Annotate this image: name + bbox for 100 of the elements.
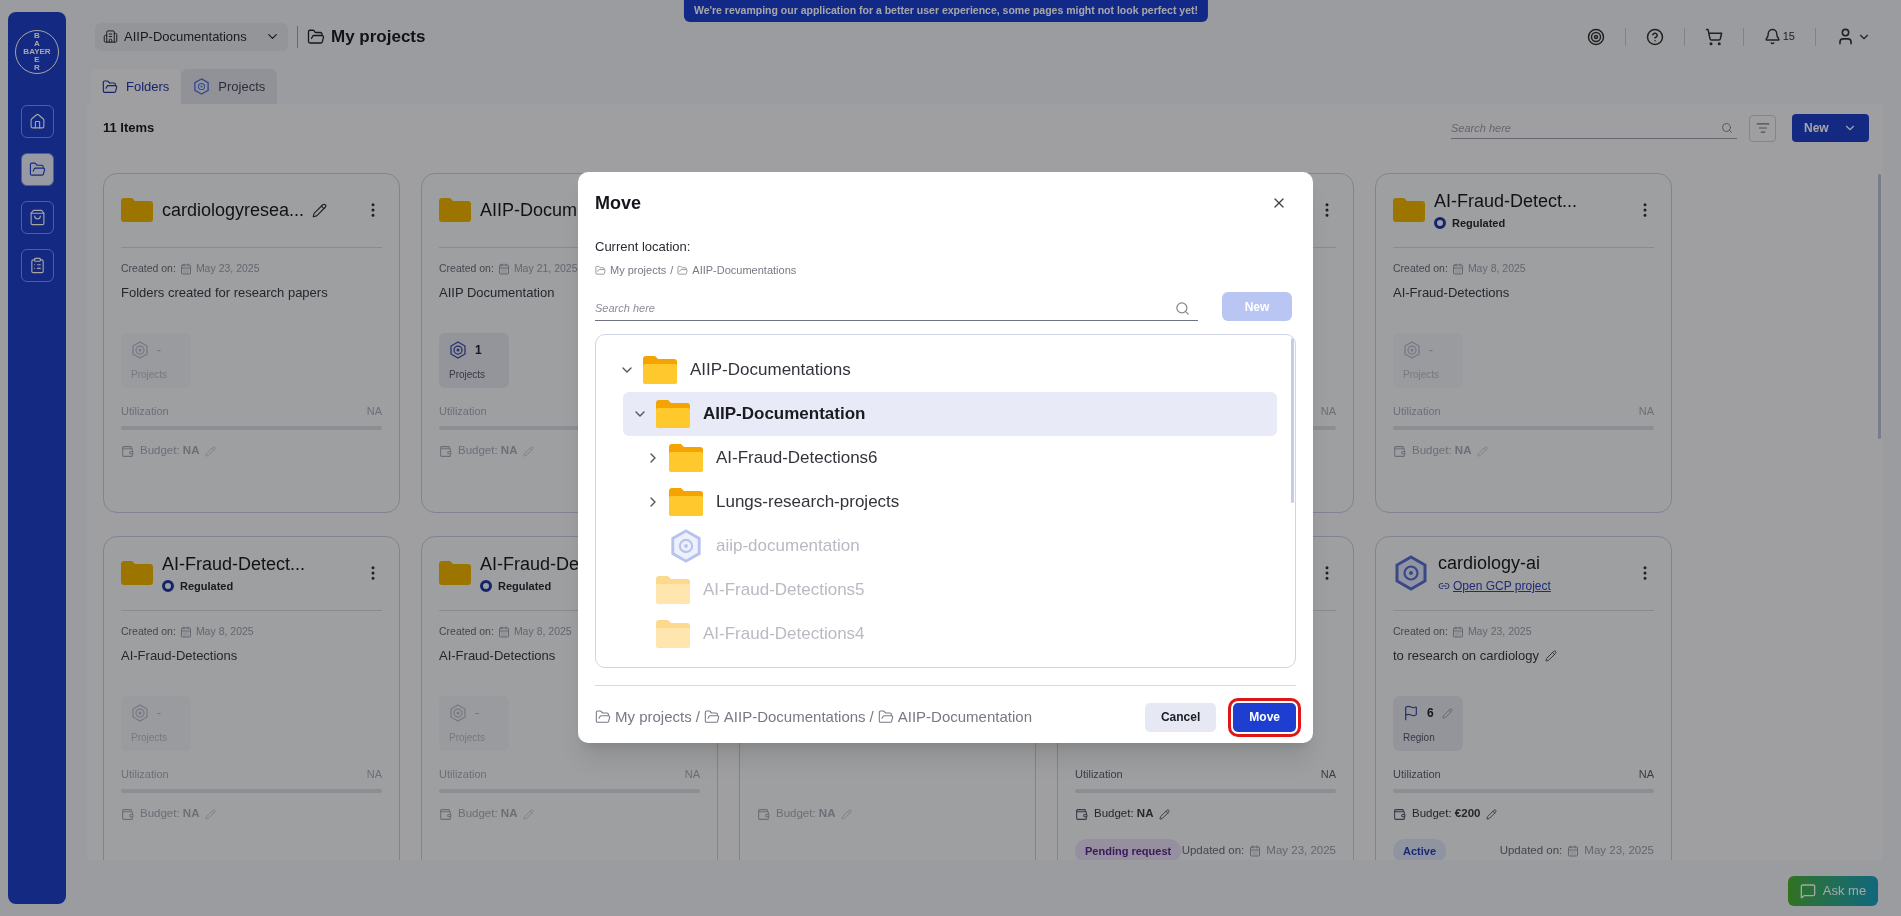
pencil-icon [1477,445,1489,457]
breadcrumb-link[interactable]: AIIP-Documentations [692,262,797,279]
calendar-icon [497,263,510,275]
folder-icon [643,356,677,384]
calendar-icon [1567,845,1580,857]
search-icon [1175,300,1190,316]
tree-item[interactable]: AIIP-Documentations [610,348,1277,392]
created-label: Created on: [1393,261,1448,277]
nav-button[interactable] [20,153,54,186]
created-date: May 23, 2025 [1467,624,1532,640]
folder-icon [439,561,471,585]
nav-button[interactable] [20,249,54,282]
tab[interactable]: Folders [90,69,182,104]
cart-icon[interactable] [1704,27,1723,46]
ring-icon [162,580,174,592]
calendar-icon [1249,845,1262,857]
gcp-project-link[interactable]: Open GCP project [1453,577,1551,595]
ring-icon [480,580,492,592]
regulated-label: Regulated [498,578,552,594]
stat-value: - [157,342,161,359]
bag-icon [28,209,46,226]
hexagon-target-icon [131,704,149,722]
stat-value: - [475,705,479,722]
breadcrumb-link[interactable]: My projects [615,705,692,729]
created-label: Created on: [439,624,494,640]
card-description: AIIP Documentation [439,284,555,303]
created-date: May 21, 2025 [513,261,578,277]
tab[interactable]: Projects [181,69,278,104]
wallet-icon [439,444,452,458]
created-label: Created on: [121,261,176,277]
folder-icon [656,620,690,648]
cancel-button[interactable]: Cancel [1144,702,1217,732]
scrollbar[interactable] [1291,338,1294,503]
breadcrumb-link[interactable]: AIIP-Documentation [897,705,1032,729]
regulated-label: Regulated [180,578,234,594]
hexagon-target-icon [449,704,467,722]
card-title: AI-Fraud-De [480,552,580,576]
stat-value: - [157,705,161,722]
folder-icon [656,400,690,428]
breadcrumb-link[interactable]: AIIP-Documentations [723,705,866,729]
help-icon[interactable] [1645,27,1664,46]
stat-value: 1 [475,342,482,359]
wallet-icon [1075,807,1088,821]
folder-icon [439,198,471,222]
card-title: AI-Fraud-Detect... [1434,189,1578,213]
stat-label: Projects [449,368,487,382]
tree-item[interactable]: AI-Fraud-Detections6 [636,436,1277,480]
folder-icon [656,576,690,604]
wallet-icon [1393,444,1406,458]
folder-icon [677,264,689,276]
created-label: Created on: [439,261,494,277]
flag-icon [1403,705,1419,721]
hexagon-target-icon [1403,341,1421,359]
search-field[interactable]: Search here [595,295,1198,321]
calendar-icon [1451,263,1464,275]
user-icon[interactable] [1836,27,1855,46]
hexagon-icon [669,529,703,563]
wallet-icon [757,807,770,821]
hexagon-target-icon [131,341,149,359]
new-button[interactable]: New [1792,114,1869,142]
hexagon-target-icon [449,341,467,359]
ask-me-button[interactable]: Ask me [1788,876,1878,906]
breadcrumb-separator: / [670,263,674,278]
search-field[interactable]: Search here [1451,117,1737,139]
card-description: to research on cardiology [1393,647,1539,666]
folder-icon [121,561,153,585]
folder-icon [121,198,153,222]
tree-item[interactable]: AIIP-Documentation [623,392,1277,436]
stat-value: 6 [1427,705,1434,722]
folder-icon [28,161,46,178]
logo-text: BA [33,32,41,48]
utilization-label: Utilization [1393,766,1441,782]
tree-item[interactable]: Lungs-research-projects [636,480,1277,524]
link-icon [1438,580,1450,592]
card-description: AI-Fraud-Detections [121,647,238,666]
bell-icon[interactable] [1763,28,1781,45]
breadcrumb-link[interactable]: My projects [610,262,667,279]
folder-icon [307,27,325,46]
utilization-label: Utilization [1075,766,1123,782]
calendar-icon [497,626,510,638]
location-label: Current location: [595,239,692,255]
folder-icon [703,709,720,725]
created-label: Created on: [121,624,176,640]
wallet-icon [121,444,134,458]
budget-text: Budget: NA [1094,806,1154,822]
status-badge: Active [1393,838,1447,860]
nav-button[interactable] [20,105,54,138]
ring-icon [1434,217,1446,229]
nav-button[interactable] [20,201,54,234]
card-description: Folders created for research papers [121,284,328,303]
folder-icon [1393,198,1425,222]
breadcrumb-separator: / [695,706,700,727]
dialog-title: Move [595,191,641,215]
calendar-icon [179,626,192,638]
chat-icon [1799,883,1816,899]
scrollbar[interactable] [1878,174,1881,439]
target-icon[interactable] [1586,27,1605,46]
filter-icon [1755,121,1770,135]
calendar-icon [179,263,192,275]
workspace-selector[interactable]: AIIP-Documentations [95,22,288,51]
